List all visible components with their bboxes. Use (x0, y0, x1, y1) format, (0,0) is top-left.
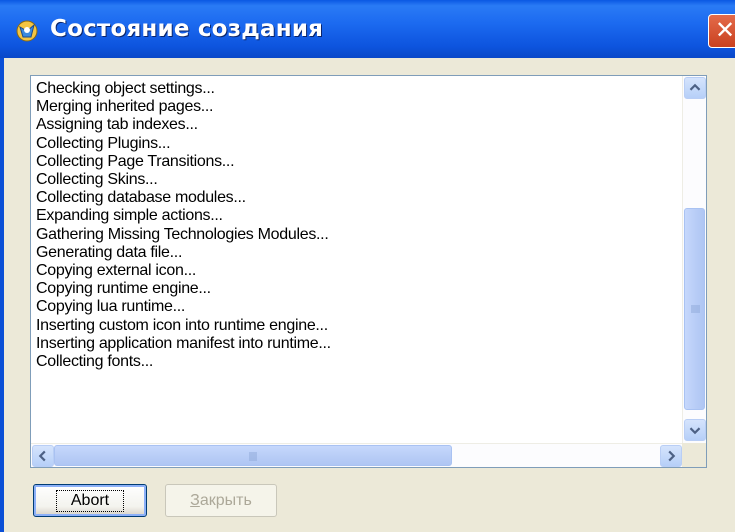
scroll-right-button[interactable] (660, 445, 682, 467)
log-line: Gathering Missing Technologies Modules..… (36, 225, 329, 243)
log-line: Inserting application manifest into runt… (36, 334, 331, 352)
scroll-down-button[interactable] (684, 419, 706, 441)
close-button[interactable]: Закрыть (165, 484, 277, 517)
chevron-left-icon (38, 450, 46, 462)
grip-icon (249, 452, 257, 461)
horizontal-scrollbar[interactable] (31, 443, 684, 467)
scrollbar-corner (682, 443, 706, 467)
grip-icon (691, 305, 700, 313)
horizontal-scroll-thumb[interactable] (54, 445, 452, 466)
log-line: Expanding simple actions... (36, 207, 223, 225)
abort-button[interactable]: Abort (33, 484, 147, 517)
vertical-scroll-thumb[interactable] (684, 208, 705, 410)
log-line: Inserting custom icon into runtime engin… (36, 316, 328, 334)
app-icon (16, 20, 38, 42)
log-line: Assigning tab indexes... (36, 116, 198, 134)
log-line: Collecting fonts... (36, 353, 154, 371)
log-line: Merging inherited pages... (36, 98, 214, 116)
scroll-left-button[interactable] (32, 445, 54, 467)
chevron-up-icon (689, 83, 701, 91)
build-log-panel[interactable]: Checking object settings... Merging inher… (30, 75, 707, 468)
chevron-down-icon (689, 427, 701, 435)
log-line: Copying lua runtime... (36, 298, 186, 316)
title-bar[interactable]: Состояние создания ✕ (0, 0, 735, 58)
chevron-right-icon (668, 450, 676, 462)
close-icon: ✕ (715, 16, 735, 44)
log-line: Generating data file... (36, 243, 183, 261)
build-status-dialog: Состояние создания ✕ Checking object set… (0, 0, 735, 532)
log-line: Collecting Page Transitions... (36, 152, 235, 170)
log-line: Copying external icon... (36, 262, 197, 280)
scroll-up-button[interactable] (684, 77, 706, 99)
window-title: Состояние создания (50, 16, 324, 42)
vertical-scrollbar[interactable] (682, 76, 706, 443)
log-line: Collecting Skins... (36, 171, 158, 189)
close-button-label: Закрыть (190, 491, 252, 509)
log-line: Collecting Plugins... (36, 134, 171, 152)
log-line: Collecting database modules... (36, 189, 246, 207)
window-frame-left (0, 58, 4, 532)
log-line: Copying runtime engine... (36, 280, 211, 298)
close-window-button[interactable]: ✕ (708, 14, 735, 48)
build-log-list: Checking object settings... Merging inher… (36, 80, 676, 436)
abort-button-label: Abort (55, 489, 125, 512)
log-line: Checking object settings... (36, 80, 215, 97)
